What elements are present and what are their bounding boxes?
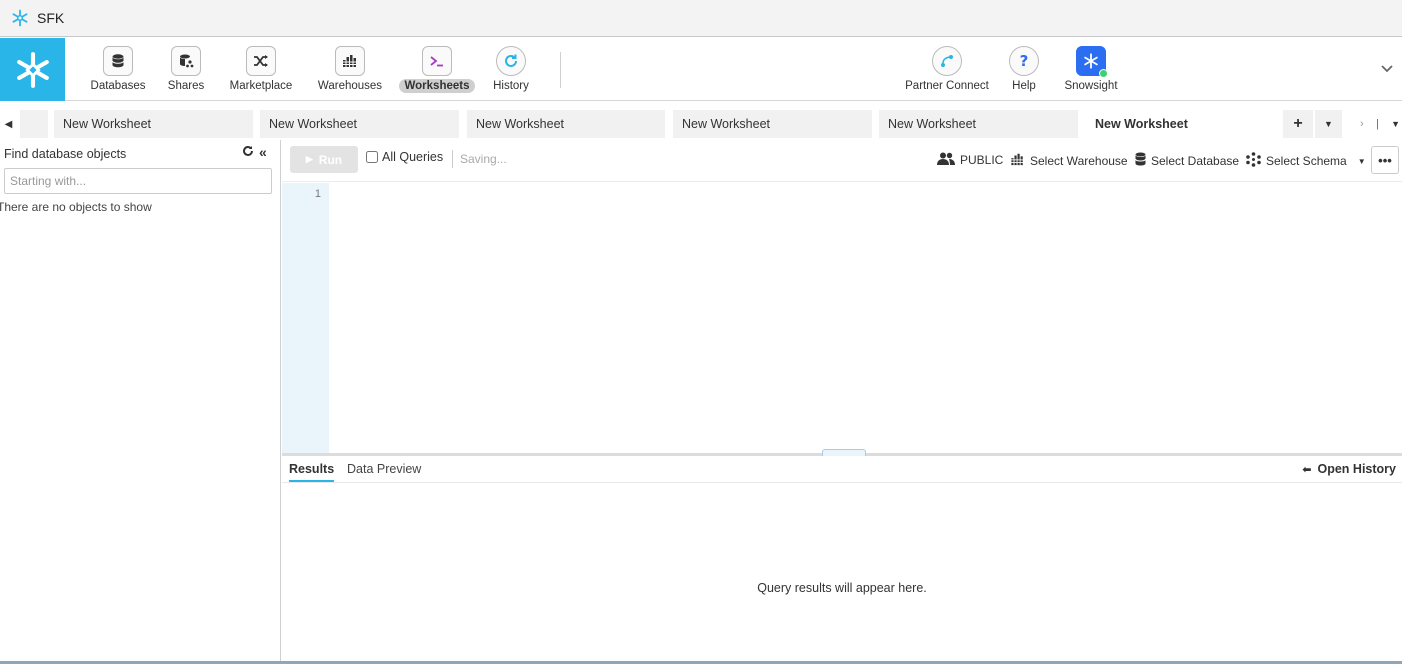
role-selector[interactable]: PUBLIC xyxy=(937,152,1003,168)
schema-selector[interactable]: Select Schema ▼ xyxy=(1246,152,1366,170)
sql-editor[interactable]: 1 xyxy=(282,183,1402,453)
tab-list-icon[interactable]: ▼ xyxy=(1391,119,1400,129)
nav-divider xyxy=(560,52,561,88)
all-queries-checkbox[interactable] xyxy=(366,151,378,163)
shuffle-icon xyxy=(246,46,276,76)
nav-shares[interactable]: Shares xyxy=(163,38,209,101)
chevron-down-icon[interactable] xyxy=(1381,60,1393,76)
role-label: PUBLIC xyxy=(960,153,1004,167)
results-pane: Results Data Preview ⬅ Open History Quer… xyxy=(282,456,1402,664)
nav-worksheets[interactable]: Worksheets xyxy=(397,38,477,101)
share-icon xyxy=(171,46,201,76)
tab-data-preview[interactable]: Data Preview xyxy=(347,462,421,480)
editor-toolbar: ▶ Run All Queries Saving... PUBLIC Selec… xyxy=(282,140,1402,182)
snowflake-icon xyxy=(10,8,30,28)
history-icon xyxy=(496,46,526,76)
scroll-right-icon[interactable]: › xyxy=(1360,118,1364,130)
nav-warehouses[interactable]: Warehouses xyxy=(311,38,389,101)
code-area[interactable] xyxy=(329,183,1402,453)
scroll-left-icon[interactable]: ◀ xyxy=(0,110,17,138)
top-nav: Databases Shares Marketplace Warehouses … xyxy=(0,38,1402,101)
object-search-input[interactable] xyxy=(4,168,272,194)
help-icon: ? xyxy=(1009,46,1039,76)
more-options-button[interactable]: ••• xyxy=(1371,146,1399,174)
empty-objects-message: There are no objects to show xyxy=(0,200,152,214)
caret-down-icon: ▼ xyxy=(1357,156,1366,166)
play-icon: ▶ xyxy=(305,154,313,164)
all-queries-toggle[interactable]: All Queries xyxy=(366,150,443,164)
nav-partner-connect[interactable]: Partner Connect xyxy=(900,38,994,101)
database-label: Select Database xyxy=(1151,153,1240,168)
tab-worksheet-3[interactable]: New Worksheet xyxy=(467,110,666,138)
tab-results[interactable]: Results xyxy=(289,462,335,482)
divider: | xyxy=(1375,118,1379,130)
nav-label: Warehouses xyxy=(317,80,383,92)
save-status: Saving... xyxy=(460,152,507,166)
tab-label: New Worksheet xyxy=(269,117,357,131)
tab-worksheet-4[interactable]: New Worksheet xyxy=(673,110,873,138)
more-icon: ••• xyxy=(1378,152,1392,168)
nav-label: Shares xyxy=(167,80,205,92)
arrow-left-icon: ⬅ xyxy=(1302,463,1312,476)
warehouse-icon xyxy=(1010,152,1025,169)
all-queries-label: All Queries xyxy=(382,150,444,164)
add-tab-button[interactable]: + xyxy=(1283,110,1313,138)
tab-worksheet-2[interactable]: New Worksheet xyxy=(260,110,460,138)
warehouse-label: Select Warehouse xyxy=(1030,153,1128,168)
line-gutter: 1 xyxy=(282,183,329,453)
object-browser-heading: Find database objects xyxy=(4,147,127,161)
tab-label: New Worksheet xyxy=(682,117,770,131)
terminal-icon xyxy=(422,46,452,76)
database-icon xyxy=(103,46,133,76)
database-icon xyxy=(1135,152,1146,169)
nav-label: Worksheets xyxy=(398,79,476,93)
title-bar: SFK xyxy=(0,0,1402,37)
collapse-panel-icon[interactable]: « xyxy=(259,144,267,160)
run-label: Run xyxy=(318,152,343,167)
nav-snowsight[interactable]: Snowsight xyxy=(1056,38,1126,101)
open-history-button[interactable]: ⬅ Open History xyxy=(1302,462,1396,476)
toolbar-divider xyxy=(452,150,453,168)
refresh-icon[interactable] xyxy=(242,145,254,160)
window-title: SFK xyxy=(37,10,65,26)
nav-label: Databases xyxy=(90,80,146,92)
tab-label: New Worksheet xyxy=(476,117,564,131)
nav-label: Marketplace xyxy=(229,80,293,92)
tab-label: New Worksheet xyxy=(1095,117,1188,131)
partner-connect-icon xyxy=(932,46,962,76)
object-browser: Find database objects « There are no obj… xyxy=(0,140,281,664)
tab-scroll-controls: › | ▼ xyxy=(1360,110,1400,138)
schema-label: Select Schema xyxy=(1266,154,1347,168)
line-number: 1 xyxy=(314,188,321,200)
snowsight-icon xyxy=(1076,46,1108,78)
svg-text:?: ? xyxy=(1020,52,1029,70)
tab-label: New Worksheet xyxy=(888,117,976,131)
schema-icon xyxy=(1246,152,1261,170)
nav-label: Snowsight xyxy=(1064,80,1118,92)
nav-label: Partner Connect xyxy=(905,80,989,92)
tab-label: New Worksheet xyxy=(63,117,151,131)
tab-worksheet-1[interactable]: New Worksheet xyxy=(54,110,254,138)
warehouse-icon xyxy=(335,46,365,76)
nav-help[interactable]: ? Help xyxy=(1006,38,1042,101)
tab-dropdown-icon[interactable]: ▼ xyxy=(1315,110,1342,138)
tab-worksheet-6[interactable]: New Worksheet xyxy=(1086,110,1281,138)
worksheet-tabs: ◀ New Worksheet New Worksheet New Worksh… xyxy=(0,110,1402,138)
nav-label: Help xyxy=(1012,80,1036,92)
nav-label: History xyxy=(493,80,529,92)
tab-placeholder xyxy=(20,110,48,138)
database-selector[interactable]: Select Database xyxy=(1135,152,1239,169)
run-button[interactable]: ▶ Run xyxy=(290,146,358,173)
results-tabs: Results Data Preview ⬅ Open History xyxy=(282,456,1402,483)
nav-marketplace[interactable]: Marketplace xyxy=(222,38,300,101)
nav-history[interactable]: History xyxy=(487,38,535,101)
users-icon xyxy=(937,152,955,168)
results-empty-message: Query results will appear here. xyxy=(757,581,927,595)
warehouse-selector[interactable]: Select Warehouse xyxy=(1010,152,1128,169)
open-history-label: Open History xyxy=(1317,462,1397,476)
tab-worksheet-5[interactable]: New Worksheet xyxy=(879,110,1079,138)
snowflake-logo[interactable] xyxy=(0,38,65,101)
nav-databases[interactable]: Databases xyxy=(87,38,149,101)
